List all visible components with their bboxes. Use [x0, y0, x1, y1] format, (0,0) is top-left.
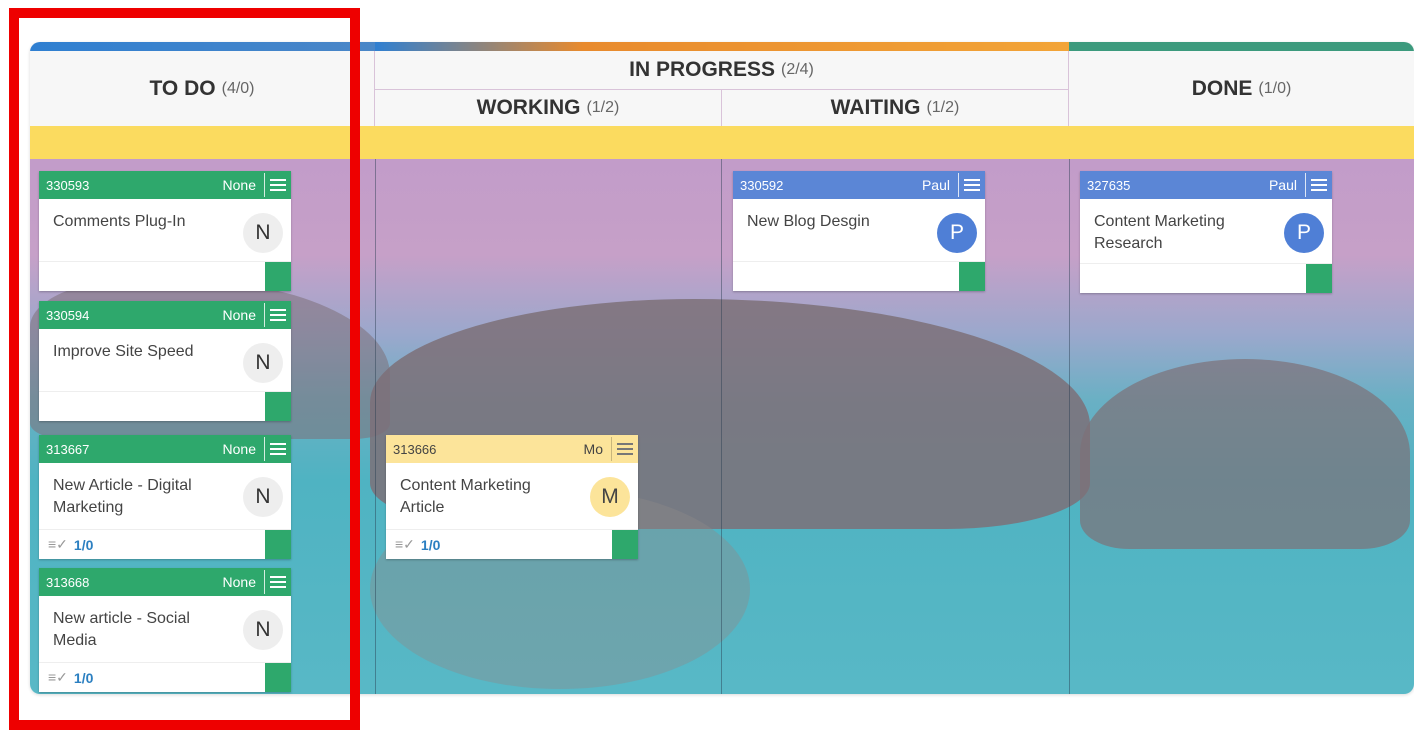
card-status-tag[interactable]: [265, 530, 291, 559]
column-header-in-progress[interactable]: IN PROGRESS (2/4) WORKING (1/2) WAITING (1/…: [375, 51, 1069, 126]
hamburger-menu-icon[interactable]: [958, 173, 985, 197]
card-footer: [1080, 263, 1332, 293]
card-id: 327635: [1087, 177, 1131, 193]
column-title: TO DO: [149, 76, 216, 100]
card-title: Comments Plug-In: [53, 213, 186, 230]
hamburger-menu-icon[interactable]: [1305, 173, 1332, 197]
checklist-indicator[interactable]: ≡✓ 1/0: [48, 536, 93, 553]
card-id: 313667: [46, 441, 90, 457]
column-count: (2/4): [780, 61, 814, 78]
task-card[interactable]: 330594 None Improve Site Speed N: [39, 301, 291, 421]
hamburger-menu-icon[interactable]: [264, 303, 291, 327]
card-owner: Paul: [1268, 177, 1297, 193]
avatar[interactable]: P: [1284, 213, 1324, 253]
card-status-tag[interactable]: [959, 262, 985, 291]
card-id: 330593: [46, 177, 90, 193]
task-card[interactable]: 330593 None Comments Plug-In N: [39, 171, 291, 291]
avatar[interactable]: N: [243, 610, 283, 650]
column-title: IN PROGRESS: [629, 58, 775, 81]
column-title: DONE: [1191, 76, 1253, 100]
checklist-icon: ≡✓: [48, 669, 68, 685]
swimlane-header[interactable]: [30, 126, 1414, 159]
column-count: (4/0): [221, 79, 255, 97]
done-color-strip: [1069, 42, 1414, 51]
card-id: 330594: [46, 307, 90, 323]
task-card[interactable]: 313667 None New Article - Digital Market…: [39, 435, 291, 559]
card-owner: None: [222, 177, 256, 193]
progress-color-strip: [375, 42, 1069, 51]
card-header: 313667 None: [39, 435, 291, 463]
kanban-board: TO DO (4/0) IN PROGRESS (2/4) WORKING (1/2)…: [30, 42, 1414, 694]
hamburger-menu-icon[interactable]: [264, 570, 291, 594]
card-header: 330594 None: [39, 301, 291, 329]
column-title: WORKING: [476, 96, 581, 119]
checklist-indicator[interactable]: ≡✓ 1/0: [48, 669, 93, 686]
card-owner: None: [222, 307, 256, 323]
avatar[interactable]: N: [243, 213, 283, 253]
hamburger-menu-icon[interactable]: [264, 173, 291, 197]
card-owner: Mo: [583, 441, 603, 457]
task-card[interactable]: 327635 Paul Content Marketing Research P: [1080, 171, 1332, 293]
card-status-tag[interactable]: [612, 530, 638, 559]
column-count: (1/2): [926, 99, 960, 116]
todo-color-strip: [30, 42, 375, 51]
checklist-indicator[interactable]: ≡✓ 1/0: [395, 536, 440, 553]
card-title: New article - Social Media: [53, 610, 190, 649]
card-id: 330592: [740, 177, 784, 193]
card-footer: [733, 261, 985, 291]
card-footer: ≡✓ 1/0: [39, 662, 291, 692]
card-status-tag[interactable]: [265, 262, 291, 291]
lane-divider: [1069, 159, 1070, 694]
card-id: 313668: [46, 574, 90, 590]
card-owner: None: [222, 574, 256, 590]
card-header: 330593 None: [39, 171, 291, 199]
subcolumn-header-working[interactable]: WORKING (1/2): [375, 90, 722, 126]
card-title: Content Marketing Article: [400, 477, 531, 516]
task-card[interactable]: 330592 Paul New Blog Desgin P: [733, 171, 985, 291]
avatar[interactable]: M: [590, 477, 630, 517]
card-status-tag[interactable]: [265, 392, 291, 421]
card-title: New Blog Desgin: [747, 213, 870, 230]
card-header: 313666 Mo: [386, 435, 638, 463]
card-title: Content Marketing Research: [1094, 213, 1225, 252]
column-count: (1/2): [586, 99, 620, 116]
card-footer: ≡✓ 1/0: [386, 529, 638, 559]
card-footer: [39, 391, 291, 421]
card-title: New Article - Digital Marketing: [53, 477, 192, 516]
avatar[interactable]: N: [243, 477, 283, 517]
hamburger-menu-icon[interactable]: [264, 437, 291, 461]
avatar[interactable]: N: [243, 343, 283, 383]
hamburger-menu-icon[interactable]: [611, 437, 638, 461]
subcolumn-header-waiting[interactable]: WAITING (1/2): [722, 90, 1068, 126]
task-card[interactable]: 313666 Mo Content Marketing Article M ≡✓…: [386, 435, 638, 559]
task-card[interactable]: 313668 None New article - Social Media N…: [39, 568, 291, 692]
lane-divider: [721, 159, 722, 694]
checklist-count: 1/0: [73, 536, 94, 553]
card-id: 313666: [393, 441, 437, 457]
card-header: 313668 None: [39, 568, 291, 596]
checklist-icon: ≡✓: [48, 536, 68, 552]
avatar[interactable]: P: [937, 213, 977, 253]
card-header: 327635 Paul: [1080, 171, 1332, 199]
card-header: 330592 Paul: [733, 171, 985, 199]
column-count: (1/0): [1258, 79, 1292, 97]
card-title: Improve Site Speed: [53, 343, 194, 360]
card-status-tag[interactable]: [1306, 264, 1332, 293]
checklist-count: 1/0: [73, 669, 94, 686]
column-title: WAITING: [830, 96, 921, 119]
card-owner: None: [222, 441, 256, 457]
column-header-todo[interactable]: TO DO (4/0): [30, 51, 375, 126]
card-footer: ≡✓ 1/0: [39, 529, 291, 559]
lane-divider: [375, 159, 376, 694]
card-footer: [39, 261, 291, 291]
checklist-count: 1/0: [420, 536, 441, 553]
column-header-done[interactable]: DONE (1/0): [1069, 51, 1414, 126]
card-status-tag[interactable]: [265, 663, 291, 692]
card-owner: Paul: [921, 177, 950, 193]
checklist-icon: ≡✓: [395, 536, 415, 552]
